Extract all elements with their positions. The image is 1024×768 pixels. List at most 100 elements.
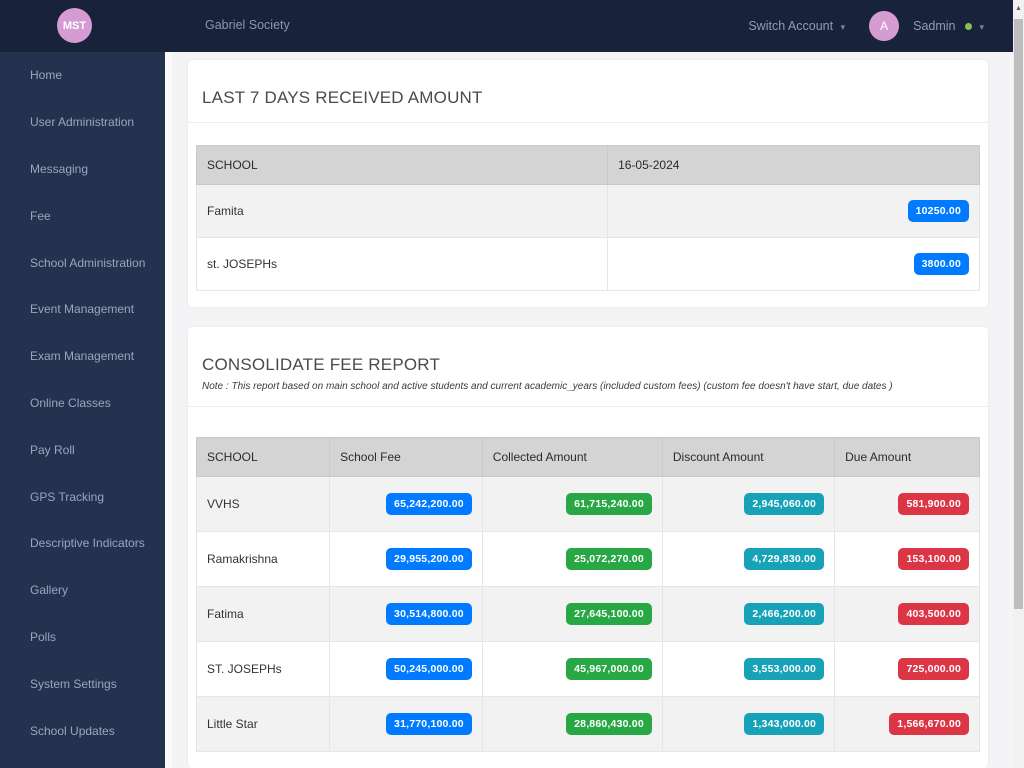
- amount-badge: 581,900.00: [898, 493, 969, 515]
- page-scrollbar[interactable]: ▲: [1013, 0, 1024, 768]
- table-row: ST. JOSEPHs 50,245,000.00 45,967,000.00 3,5…: [195, 641, 980, 697]
- scroll-up-arrow-icon[interactable]: ▲: [1013, 2, 1024, 16]
- sidebar-item-fee[interactable]: Fee: [0, 192, 165, 239]
- column-header: 16-05-2024: [607, 145, 980, 185]
- amount-cell: 581,900.00: [834, 476, 980, 532]
- top-navbar: MST Gabriel Society Switch Account ▾ A S…: [0, 0, 1024, 52]
- chevron-down-icon: ▾: [979, 22, 984, 32]
- received-amount-card: LAST 7 DAYS RECEIVED AMOUNT SCHOOL 16-05-…: [188, 60, 988, 307]
- amount-badge: 65,242,200.00: [386, 493, 472, 515]
- sidebar-item-polls[interactable]: Polls: [0, 614, 165, 661]
- amount-cell: 25,072,270.00: [481, 531, 663, 587]
- app-logo-text: MST: [62, 19, 87, 32]
- amount-cell: 153,100.00: [834, 531, 980, 587]
- amount-cell: 29,955,200.00: [329, 531, 483, 587]
- user-menu-dropdown[interactable]: Sadmin ▾: [913, 19, 984, 33]
- table-row: Little Star 31,770,100.00 28,860,430.00 1,3…: [195, 696, 980, 752]
- sidebar-item-gallery[interactable]: Gallery: [0, 567, 165, 614]
- online-status-dot: [964, 23, 972, 31]
- amount-badge: 153,100.00: [898, 548, 969, 570]
- amount-badge: 25,072,270.00: [566, 548, 652, 570]
- amount-cell: 31,770,100.00: [329, 696, 483, 752]
- amount-cell: 1,566,670.00: [834, 696, 980, 752]
- received-card-title: LAST 7 DAYS RECEIVED AMOUNT: [202, 88, 483, 107]
- sidebar-item-messaging[interactable]: Messaging: [0, 146, 165, 193]
- school-name-cell: ST. JOSEPHs: [195, 641, 331, 697]
- username: Sadmin: [913, 19, 956, 33]
- amount-cell: 65,242,200.00: [329, 476, 483, 532]
- amount-badge: 61,715,240.00: [566, 493, 652, 515]
- amount-badge: 725,000.00: [898, 658, 969, 680]
- sidebar-item-user-administration[interactable]: User Administration: [0, 99, 165, 146]
- amount-cell: 3,553,000.00: [661, 641, 836, 697]
- amount-badge: 3,553,000.00: [744, 658, 825, 680]
- amount-badge: 403,500.00: [898, 603, 969, 625]
- sidebar-scrollbar[interactable]: [165, 52, 172, 768]
- amount-cell: 30,514,800.00: [329, 586, 483, 642]
- amount-badge: 2,945,060.00: [744, 493, 825, 515]
- school-name-cell: Fatima: [195, 586, 331, 642]
- avatar-letter: A: [880, 19, 889, 33]
- sidebar-item-online-classes[interactable]: Online Classes: [0, 380, 165, 427]
- amount-cell: 50,245,000.00: [329, 641, 483, 697]
- consolidate-card-title: CONSOLIDATE FEE REPORT: [202, 355, 441, 374]
- sidebar-item-system-settings[interactable]: System Settings: [0, 660, 165, 707]
- sidebar-item-pay-roll[interactable]: Pay Roll: [0, 426, 165, 473]
- amount-cell: 10250.00: [607, 184, 980, 238]
- amount-cell: 403,500.00: [834, 586, 980, 642]
- main-content: LAST 7 DAYS RECEIVED AMOUNT SCHOOL 16-05-…: [172, 52, 1013, 768]
- school-name-cell: Ramakrishna: [195, 531, 331, 587]
- sidebar-item-school-updates[interactable]: School Updates: [0, 707, 165, 754]
- consolidate-table-header-row: SCHOOL School Fee Collected Amount Discount…: [195, 437, 980, 477]
- sidebar-item-home[interactable]: Home: [0, 52, 165, 99]
- amount-cell: 725,000.00: [834, 641, 980, 697]
- switch-account-label: Switch Account: [748, 19, 834, 33]
- sidebar-item-school-administration[interactable]: School Administration: [0, 239, 165, 286]
- amount-badge: 10250.00: [907, 200, 969, 222]
- table-row: VVHS 65,242,200.00 61,715,240.00 2,945,060.…: [195, 476, 980, 532]
- amount-badge: 29,955,200.00: [386, 548, 472, 570]
- amount-cell: 28,860,430.00: [481, 696, 663, 752]
- column-header: SCHOOL: [195, 437, 331, 477]
- consolidate-fee-card: CONSOLIDATE FEE REPORT Note : This repor…: [188, 327, 988, 768]
- sidebar-item-exam-management[interactable]: Exam Management: [0, 333, 165, 380]
- table-row: Famita 10250.00: [195, 184, 980, 238]
- switch-account-dropdown[interactable]: Switch Account ▾: [748, 19, 845, 33]
- sidebar-item-descriptive-indicators[interactable]: Descriptive Indicators: [0, 520, 165, 567]
- amount-badge: 1,566,670.00: [889, 713, 969, 735]
- consolidate-card-note: Note : This report based on main school …: [202, 381, 893, 392]
- column-header: Discount Amount: [661, 437, 836, 477]
- received-amount-table: SCHOOL 16-05-2024 Famita 10250.00 st. JOSEP…: [195, 145, 980, 291]
- amount-cell: 3800.00: [607, 237, 980, 291]
- amount-cell: 1,343,000.00: [661, 696, 836, 752]
- brand-name: Gabriel Society: [205, 18, 290, 32]
- amount-cell: 61,715,240.00: [481, 476, 663, 532]
- column-header: SCHOOL: [195, 145, 609, 185]
- chevron-down-icon: ▾: [840, 22, 846, 32]
- amount-cell: 45,967,000.00: [481, 641, 663, 697]
- sidebar-item-gps-tracking[interactable]: GPS Tracking: [0, 473, 165, 520]
- amount-badge: 4,729,830.00: [744, 548, 825, 570]
- sidebar-item-event-management[interactable]: Event Management: [0, 286, 165, 333]
- amount-cell: 4,729,830.00: [661, 531, 836, 587]
- amount-badge: 3800.00: [913, 253, 969, 275]
- consolidate-table-body: VVHS 65,242,200.00 61,715,240.00 2,945,060.…: [195, 476, 980, 752]
- amount-badge: 27,645,100.00: [566, 603, 652, 625]
- app-logo[interactable]: MST: [57, 8, 92, 43]
- amount-cell: 2,945,060.00: [661, 476, 836, 532]
- amount-badge: 30,514,800.00: [386, 603, 472, 625]
- amount-cell: 27,645,100.00: [481, 586, 663, 642]
- table-row: Ramakrishna 29,955,200.00 25,072,270.00 4,7…: [195, 531, 980, 587]
- consolidate-fee-table: SCHOOL School Fee Collected Amount Discount…: [195, 437, 980, 752]
- amount-badge: 45,967,000.00: [566, 658, 652, 680]
- column-header: Due Amount: [834, 437, 980, 477]
- amount-badge: 2,466,200.00: [744, 603, 825, 625]
- scrollbar-thumb[interactable]: [1014, 19, 1023, 609]
- school-name-cell: Famita: [195, 184, 609, 238]
- school-name-cell: VVHS: [195, 476, 331, 532]
- column-header: Collected Amount: [481, 437, 663, 477]
- avatar[interactable]: A: [869, 11, 900, 41]
- school-name-cell: Little Star: [195, 696, 331, 752]
- school-name-cell: st. JOSEPHs: [195, 237, 609, 291]
- amount-badge: 50,245,000.00: [386, 658, 472, 680]
